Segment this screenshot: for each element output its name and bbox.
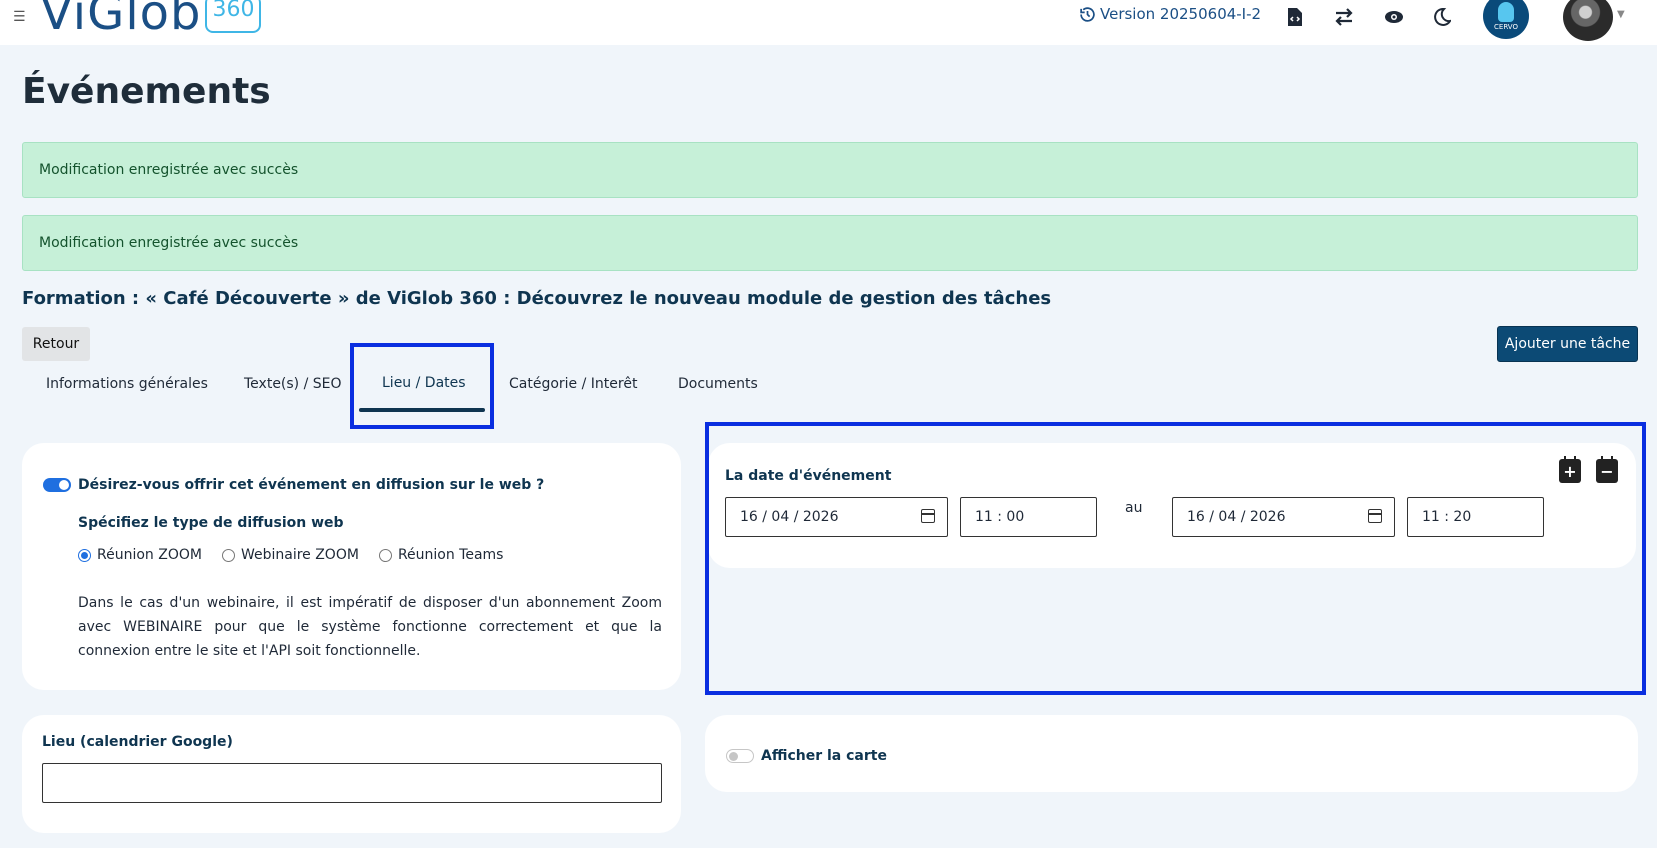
radio-reunion-teams[interactable]	[378, 548, 392, 562]
location-input[interactable]	[42, 763, 662, 803]
tab-textes-seo[interactable]: Texte(s) / SEO	[244, 376, 342, 392]
logo[interactable]: ViGlob 360	[40, 0, 262, 43]
option-label: Réunion ZOOM	[97, 547, 202, 563]
file-code-icon[interactable]	[1283, 5, 1307, 29]
version-text: Version 20250604-I-2	[1100, 5, 1262, 23]
show-map-toggle[interactable]	[726, 749, 754, 763]
option-reunion-zoom[interactable]: Réunion ZOOM	[78, 547, 202, 563]
show-map-label: Afficher la carte	[761, 748, 887, 764]
radio-webinaire-zoom[interactable]	[221, 548, 235, 562]
swap-icon[interactable]	[1332, 5, 1356, 29]
top-bar: ☰ ViGlob 360 Version 20250604-I-2 CERVO …	[0, 0, 1657, 45]
back-button[interactable]: Retour	[22, 327, 90, 361]
cervo-label: CERVO	[1494, 22, 1518, 31]
location-label: Lieu (calendrier Google)	[42, 734, 233, 750]
tab-informations-generales[interactable]: Informations générales	[46, 376, 208, 392]
version-info[interactable]: Version 20250604-I-2	[1079, 5, 1261, 23]
cervo-logo[interactable]: CERVO	[1483, 0, 1529, 39]
tab-documents[interactable]: Documents	[678, 376, 758, 392]
date-highlight-box	[705, 422, 1646, 695]
lightbulb-icon	[1498, 1, 1514, 22]
option-label: Webinaire ZOOM	[240, 547, 359, 563]
option-label: Réunion Teams	[397, 547, 504, 563]
event-title: Formation : « Café Découverte » de ViGlo…	[22, 288, 1052, 309]
radio-reunion-zoom[interactable]	[78, 548, 91, 562]
success-alert: Modification enregistrée avec succès	[22, 142, 1638, 198]
success-alert: Modification enregistrée avec succès	[22, 215, 1638, 271]
tab-categorie-interet[interactable]: Catégorie / Interêt	[509, 376, 637, 392]
page-title: Événements	[22, 71, 271, 112]
web-type-options: Réunion ZOOM Webinaire ZOOM Réunion Team…	[78, 547, 523, 563]
option-webinaire-zoom[interactable]: Webinaire ZOOM	[221, 547, 359, 563]
tab-highlight-box	[350, 343, 494, 429]
web-broadcast-label: Désirez-vous offrir cet événement en dif…	[78, 477, 545, 493]
option-reunion-teams[interactable]: Réunion Teams	[378, 547, 504, 563]
moon-icon[interactable]	[1430, 5, 1454, 29]
eye-icon[interactable]	[1382, 5, 1406, 29]
logo-badge: 360	[205, 0, 262, 33]
menu-icon[interactable]: ☰	[13, 9, 26, 25]
history-icon	[1080, 6, 1095, 22]
chevron-down-icon[interactable]: ▼	[1617, 9, 1625, 20]
web-type-label: Spécifiez le type de diffusion web	[78, 515, 344, 531]
avatar[interactable]	[1563, 0, 1613, 41]
logo-text: ViGlob	[40, 0, 202, 41]
add-task-button[interactable]: Ajouter une tâche	[1497, 326, 1638, 362]
webinaire-note: Dans le cas d'un webinaire, il est impér…	[78, 595, 662, 659]
web-broadcast-toggle[interactable]	[43, 478, 71, 492]
